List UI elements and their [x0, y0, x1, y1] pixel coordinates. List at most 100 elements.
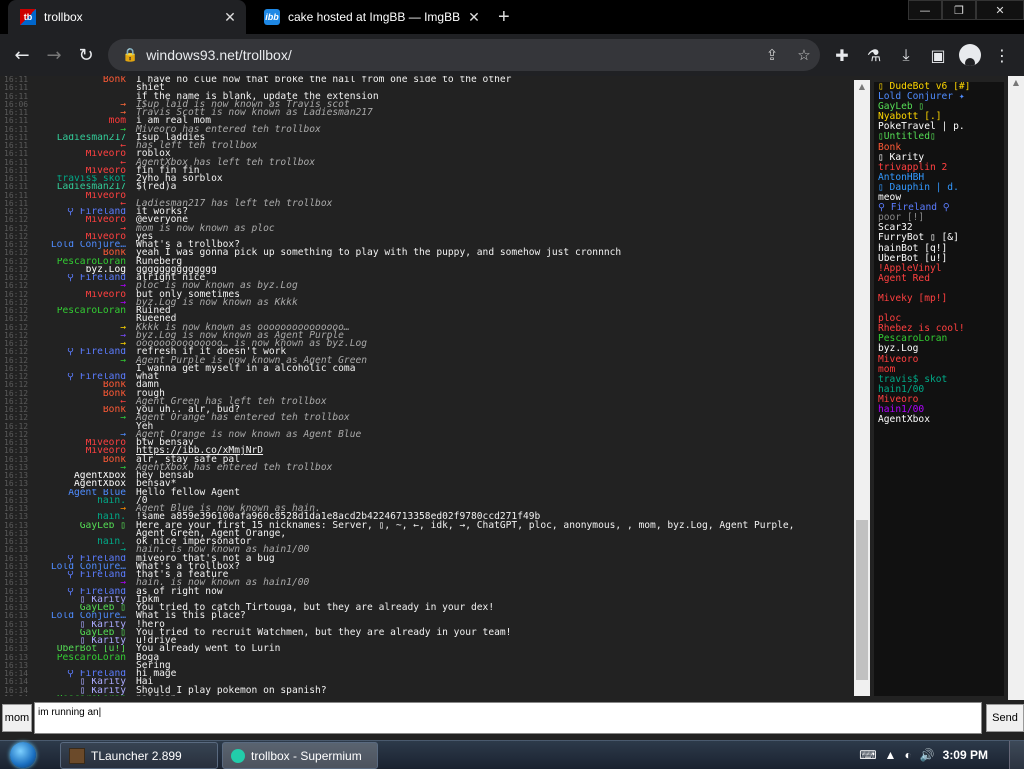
message-nick[interactable]: ⚲ Fireland: [40, 274, 126, 282]
message-nick[interactable]: →: [40, 332, 126, 340]
message-nick[interactable]: ⚲ Fireland: [40, 208, 126, 216]
message-nick[interactable]: Bonk: [40, 76, 126, 84]
message-nick[interactable]: ▯ Karity: [40, 678, 126, 686]
volume-icon[interactable]: 🔊: [920, 748, 935, 762]
tab-trollbox[interactable]: tb trollbox ✕: [8, 0, 246, 34]
message-nick[interactable]: →: [40, 282, 126, 290]
message-nick[interactable]: →: [40, 126, 126, 134]
message-input[interactable]: im running an|: [34, 702, 982, 734]
message-nick[interactable]: Lold Conjure…: [40, 612, 126, 620]
message-nick[interactable]: ⚲ Fireland: [40, 571, 126, 579]
message-nick[interactable]: →: [40, 579, 126, 587]
message-nick[interactable]: →: [40, 101, 126, 109]
url-text[interactable]: windows93.net/trollbox/: [146, 47, 756, 63]
message-nick[interactable]: →: [40, 431, 126, 439]
restore-icon[interactable]: ❐: [942, 0, 976, 20]
taskbar-item-supermium[interactable]: trollbox - Supermium: [222, 742, 378, 769]
message-nick[interactable]: →: [40, 414, 126, 422]
message-nick[interactable]: ▯ Karity: [40, 621, 126, 629]
page-scrollbar[interactable]: ▲ ▼: [1008, 76, 1024, 740]
user-list-item[interactable]: Agent Red: [874, 273, 1004, 284]
back-arrow-icon[interactable]: ←: [6, 39, 38, 71]
message-nick[interactable]: PescaroLoran: [40, 307, 126, 315]
message-nick[interactable]: Miveoro: [40, 439, 126, 447]
message-nick[interactable]: ▯ Karity: [40, 637, 126, 645]
message-nick[interactable]: mom: [40, 117, 126, 125]
message-nick[interactable]: byz.Log: [40, 266, 126, 274]
message-nick[interactable]: travis$ skot: [40, 175, 126, 183]
message-nick[interactable]: ▯ Karity: [40, 687, 126, 695]
taskbar-item-tlauncher[interactable]: TLauncher 2.899: [60, 742, 218, 769]
forward-arrow-icon[interactable]: →: [38, 39, 70, 71]
message-nick[interactable]: UberBot [u!]: [40, 645, 126, 653]
tray-arrow-icon[interactable]: ▲: [885, 748, 897, 762]
new-tab-button[interactable]: +: [498, 6, 510, 29]
user-list-item[interactable]: FurryBot ▯ [&]: [874, 233, 1004, 243]
message-nick[interactable]: Ladiesman217: [40, 134, 126, 142]
message-nick[interactable]: ⚲ Fireland: [40, 373, 126, 381]
clock[interactable]: 3:09 PM: [943, 748, 988, 762]
message-nick[interactable]: ←: [40, 159, 126, 167]
message-nick[interactable]: ←: [40, 398, 126, 406]
message-nick[interactable]: ⚲ Fireland: [40, 348, 126, 356]
message-nick[interactable]: Miveoro: [40, 150, 126, 158]
message-nick[interactable]: AgentXbox: [40, 480, 126, 488]
download-icon[interactable]: ⤓: [890, 39, 922, 71]
message-nick[interactable]: ▯ Karity: [40, 596, 126, 604]
message-nick[interactable]: ⚲ Fireland: [40, 555, 126, 563]
user-list-item[interactable]: Miveky [mp!]: [874, 293, 1004, 304]
start-button-icon[interactable]: [10, 742, 36, 768]
minimize-icon[interactable]: —: [908, 0, 942, 20]
message-nick[interactable]: hain.: [40, 497, 126, 505]
message-nick[interactable]: →: [40, 324, 126, 332]
message-nick[interactable]: ⚲ Fireland: [40, 670, 126, 678]
message-nick[interactable]: PescaroLoran: [40, 258, 126, 266]
extensions-icon[interactable]: ✚: [826, 39, 858, 71]
message-nick[interactable]: Miveoro: [40, 447, 126, 455]
share-icon[interactable]: ⇪: [756, 46, 788, 64]
chat-scrollbar[interactable]: ▲: [854, 80, 870, 696]
network-icon[interactable]: ◐: [904, 748, 911, 762]
message-nick[interactable]: Bonk: [40, 390, 126, 398]
message-nick[interactable]: Miveoro: [40, 233, 126, 241]
message-nick[interactable]: AgentXbox: [40, 472, 126, 480]
message-nick[interactable]: GayLeb ▯: [40, 629, 126, 637]
message-nick[interactable]: ←: [40, 142, 126, 150]
show-desktop-button[interactable]: [1009, 741, 1024, 769]
message-nick[interactable]: →: [40, 505, 126, 513]
reload-icon[interactable]: ↻: [70, 39, 102, 71]
menu-kebab-icon[interactable]: ⋮: [986, 39, 1018, 71]
message-nick[interactable]: PescaroLoran: [40, 654, 126, 662]
close-icon[interactable]: ✕: [464, 9, 484, 26]
scroll-up-icon[interactable]: ▲: [1008, 76, 1024, 90]
message-nick[interactable]: →: [40, 299, 126, 307]
message-nick[interactable]: Lold Conjure…: [40, 241, 126, 249]
message-nick[interactable]: →: [40, 225, 126, 233]
tab-imgbb[interactable]: ibb cake hosted at ImgBB — ImgBB ✕: [252, 0, 490, 34]
message-nick[interactable]: Ladiesman217: [40, 183, 126, 191]
message-nick[interactable]: Lold Conjure…: [40, 563, 126, 571]
message-nick[interactable]: →: [40, 340, 126, 348]
message-nick[interactable]: →: [40, 357, 126, 365]
message-nick[interactable]: →: [40, 109, 126, 117]
message-nick[interactable]: Miveoro: [40, 167, 126, 175]
message-nick[interactable]: PescaroLoran: [40, 695, 126, 696]
message-nick[interactable]: ←: [40, 200, 126, 208]
message-nick[interactable]: Bonk: [40, 381, 126, 389]
labs-icon[interactable]: ⚗: [858, 39, 890, 71]
message-nick[interactable]: GayLeb ▯: [40, 604, 126, 612]
message-nick[interactable]: Miveoro: [40, 192, 126, 200]
message-nick[interactable]: GayLeb ▯: [40, 522, 126, 530]
message-nick[interactable]: Bonk: [40, 406, 126, 414]
message-nick[interactable]: hain.: [40, 538, 126, 546]
message-nick[interactable]: hain.: [40, 513, 126, 521]
star-icon[interactable]: ☆: [788, 46, 820, 64]
nickname-button[interactable]: mom: [2, 704, 32, 732]
message-nick[interactable]: →: [40, 546, 126, 554]
message-nick[interactable]: →: [40, 464, 126, 472]
message-nick[interactable]: Miveoro: [40, 291, 126, 299]
address-bar[interactable]: 🔒 windows93.net/trollbox/ ⇪ ☆: [108, 39, 820, 71]
close-icon[interactable]: ✕: [220, 9, 240, 26]
message-nick[interactable]: Agent Blue: [40, 489, 126, 497]
message-nick[interactable]: Bonk: [40, 456, 126, 464]
